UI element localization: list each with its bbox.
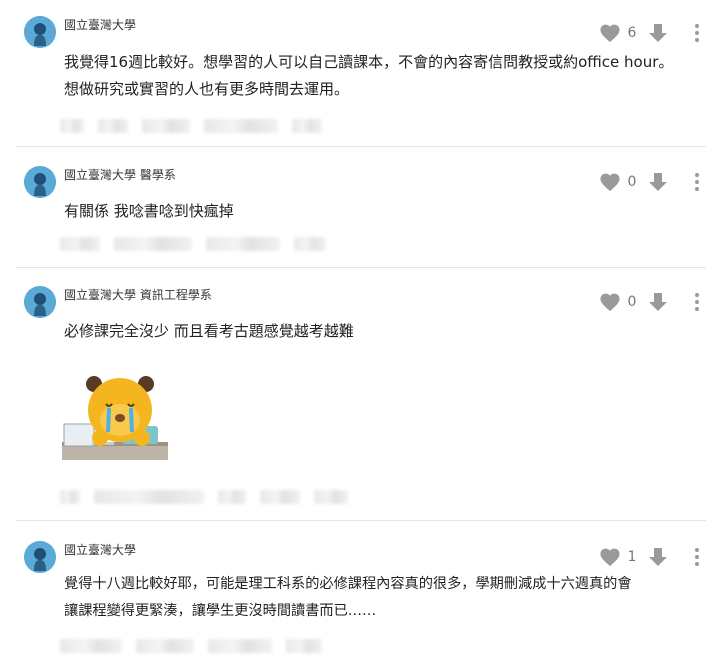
avatar-icon (24, 166, 56, 198)
heart-icon[interactable] (599, 172, 621, 192)
comment-meta-blurred (60, 235, 326, 253)
heart-icon[interactable] (599, 547, 621, 567)
comment-body: 覺得十八週比較好耶，可能是理工科系的必修課程內容真的很多，學期刪減成十六週真的會… (64, 571, 714, 625)
comment-meta-blurred (60, 117, 322, 135)
blurred-meta (208, 639, 272, 653)
blurred-meta (286, 639, 322, 653)
like-count: 0 (627, 174, 637, 190)
thumb-down-arrow-icon[interactable] (647, 291, 669, 313)
blurred-meta (142, 119, 190, 133)
blurred-meta (98, 119, 128, 133)
comment-body: 有關係 我唸書唸到快瘋掉 (64, 198, 714, 225)
blurred-meta (60, 639, 122, 653)
thumb-down-arrow-icon[interactable] (647, 22, 669, 44)
avatar[interactable] (24, 16, 56, 48)
blurred-meta (314, 490, 348, 504)
comment-actions: 1 (599, 545, 707, 569)
blurred-meta (218, 490, 246, 504)
like-count: 1 (627, 549, 637, 565)
blurred-meta (260, 490, 300, 504)
comment-text-line: 我覺得16週比較好。想學習的人可以自己讀課本，不會的內容寄信問教授或約offic… (64, 53, 674, 71)
like-count: 6 (627, 25, 637, 41)
heart-icon[interactable] (599, 292, 621, 312)
more-vertical-icon[interactable] (687, 171, 707, 193)
avatar[interactable] (24, 541, 56, 573)
comment-text-line: 有關係 我唸書唸到快瘋掉 (64, 202, 234, 220)
avatar[interactable] (24, 166, 56, 198)
comment-author[interactable]: 國立臺灣大學 資訊工程學系 (64, 287, 212, 303)
comment-text-line: 讓課程變得更緊湊，讓學生更沒時間讀書而已…… (64, 603, 377, 619)
more-vertical-icon[interactable] (687, 546, 707, 568)
heart-icon[interactable] (599, 23, 621, 43)
blurred-meta (60, 237, 100, 251)
blurred-meta (60, 490, 80, 504)
thumb-down-arrow-icon[interactable] (647, 171, 669, 193)
more-vertical-icon[interactable] (687, 291, 707, 313)
comment-text-line: 必修課完全沒少 而且看考古題感覺越考越難 (64, 322, 354, 340)
comment-meta-blurred (60, 488, 348, 506)
comment-body: 必修課完全沒少 而且看考古題感覺越考越難 (64, 318, 714, 345)
comment-text-line: 覺得十八週比較好耶，可能是理工科系的必修課程內容真的很多，學期刪減成十六週真的會 (64, 576, 632, 592)
comment-body: 我覺得16週比較好。想學習的人可以自己讀課本，不會的內容寄信問教授或約offic… (64, 49, 714, 103)
avatar-icon (24, 16, 56, 48)
blurred-meta (94, 490, 204, 504)
comment-actions: 0 (599, 290, 707, 314)
comment-author[interactable]: 國立臺灣大學 醫學系 (64, 167, 176, 183)
blurred-meta (204, 119, 278, 133)
avatar-icon (24, 286, 56, 318)
avatar[interactable] (24, 286, 56, 318)
comment-actions: 0 (599, 170, 707, 194)
thumb-down-arrow-icon[interactable] (647, 546, 669, 568)
like-count: 0 (627, 294, 637, 310)
comment-actions: 6 (599, 21, 707, 45)
comment-author[interactable]: 國立臺灣大學 (64, 17, 136, 33)
comment-author[interactable]: 國立臺灣大學 (64, 542, 136, 558)
blurred-meta (292, 119, 322, 133)
comment-text-line: 想做研究或實習的人也有更多時間去運用。 (64, 80, 350, 98)
blurred-meta (294, 237, 326, 251)
blurred-meta (206, 237, 280, 251)
comment-meta-blurred (60, 637, 322, 655)
blurred-meta (114, 237, 192, 251)
divider (16, 520, 706, 521)
divider (16, 267, 706, 268)
blurred-meta (136, 639, 194, 653)
divider (16, 146, 706, 147)
blurred-meta (60, 119, 84, 133)
avatar-icon (24, 541, 56, 573)
crying-bear-sticker (62, 376, 168, 460)
more-vertical-icon[interactable] (687, 22, 707, 44)
